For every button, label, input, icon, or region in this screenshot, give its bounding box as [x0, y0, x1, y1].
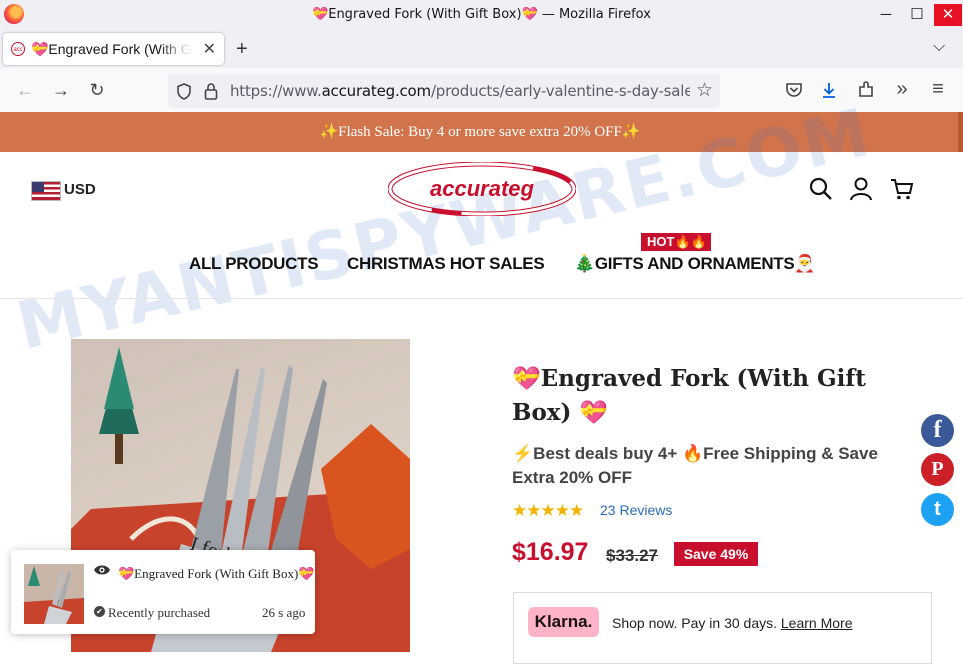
reload-button[interactable]: ↻ — [86, 80, 108, 101]
account-icon[interactable] — [848, 176, 874, 202]
original-price: $33.27 — [606, 546, 658, 565]
bookmark-star-icon[interactable]: ☆ — [696, 79, 713, 102]
url-bar[interactable]: https://www.accurateg.com/products/early… — [168, 74, 720, 108]
hot-badge: HOT🔥🔥 — [641, 233, 711, 251]
klarna-learn-more-link[interactable]: Learn More — [781, 615, 853, 631]
list-all-tabs-button[interactable]: ⌵ — [933, 38, 945, 56]
eye-icon — [94, 565, 110, 575]
popup-product-title[interactable]: 💝Engraved Fork (With Gift Box)💝 — [118, 566, 315, 582]
url-text[interactable]: https://www.accurateg.com/products/early… — [230, 82, 690, 100]
reviews-link[interactable]: 23 Reviews — [600, 502, 672, 518]
pocket-icon[interactable] — [785, 82, 803, 98]
minimize-button[interactable]: ─ — [872, 4, 900, 26]
window-title: 💝Engraved Fork (With Gift Box)💝 — Mozill… — [312, 7, 651, 22]
extensions-icon[interactable] — [857, 81, 875, 99]
rating-stars[interactable]: ★★★★★ — [512, 501, 584, 521]
nav-gifts-and-ornaments[interactable]: 🎄GIFTS AND ORNAMENTS🎅 — [574, 254, 816, 274]
window-titlebar: 💝Engraved Fork (With Gift Box)💝 — Mozill… — [0, 0, 963, 30]
flash-sale-banner[interactable]: ✨Flash Sale: Buy 4 or more save extra 20… — [0, 112, 960, 152]
back-button[interactable]: ← — [14, 80, 36, 101]
accurateg-logo[interactable]: accurateg — [388, 162, 576, 216]
klarna-text: Shop now. Pay in 30 days. — [612, 615, 777, 631]
klarna-message: Shop now. Pay in 30 days. Learn More — [612, 615, 852, 631]
page-scrollbar[interactable] — [958, 112, 963, 152]
popup-status: Recently purchased — [108, 605, 211, 620]
search-icon[interactable] — [808, 176, 834, 202]
close-window-button[interactable]: ✕ — [934, 4, 962, 26]
popup-thumbnail-illustration — [24, 566, 84, 624]
facebook-share-icon[interactable]: f — [921, 414, 954, 447]
us-flag-icon[interactable] — [31, 181, 61, 201]
logo-text: accurateg — [430, 176, 535, 201]
product-title: 💝Engraved Fork (With Gift Box) 💝 — [512, 365, 866, 426]
app-menu-button[interactable]: ≡ — [927, 78, 949, 101]
nav-christmas-hot-sales[interactable]: CHRISTMAS HOT SALES — [347, 254, 545, 274]
product-subtitle: ⚡Best deals buy 4+ 🔥Free Shipping & Save… — [512, 444, 878, 487]
popup-time: 26 s ago — [262, 605, 306, 620]
check-circle-icon: ✔ — [94, 606, 105, 617]
sale-price: $16.97 — [512, 538, 589, 566]
site-favicon-icon: acc — [11, 42, 25, 56]
overflow-menu-button[interactable]: » — [891, 78, 913, 101]
twitter-share-icon[interactable]: t — [921, 493, 954, 526]
firefox-logo-icon — [4, 4, 24, 24]
popup-product-thumbnail[interactable] — [24, 564, 84, 624]
save-badge: Save 49% — [674, 542, 758, 566]
currency-selector[interactable]: USD — [64, 181, 96, 198]
downloads-icon[interactable] — [820, 81, 838, 99]
tab-close-icon[interactable]: ✕ — [203, 39, 216, 59]
tab-label: 💝Engraved Fork (With Gift Box)💝 — [31, 41, 191, 57]
pinterest-share-icon[interactable]: P — [921, 453, 954, 486]
shield-icon[interactable] — [176, 83, 192, 100]
header-divider — [0, 298, 963, 299]
maximize-button[interactable]: ☐ — [903, 4, 931, 26]
klarna-logo: Klarna. — [528, 607, 599, 637]
cart-icon[interactable] — [889, 176, 915, 202]
new-tab-button[interactable]: + — [236, 38, 248, 61]
tab-product[interactable]: acc 💝Engraved Fork (With Gift Box)💝 ✕ — [3, 33, 224, 65]
nav-all-products[interactable]: ALL PRODUCTS — [189, 254, 319, 274]
forward-button[interactable]: → — [50, 80, 72, 101]
lock-icon[interactable] — [204, 82, 218, 100]
